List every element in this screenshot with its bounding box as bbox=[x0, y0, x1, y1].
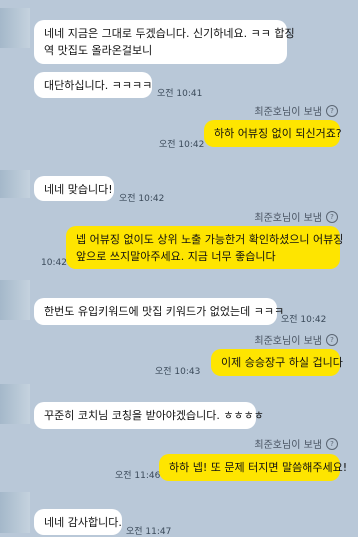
sender-name: 최준호님이 보냄 bbox=[254, 336, 322, 347]
sender-name: 최준호님이 보냄 bbox=[254, 213, 322, 224]
message-time: 오전 11:47 bbox=[126, 527, 172, 537]
chat-window: 네네 지금은 그대로 두겠습니다. 신기하네요. ㅋㅋ 합징 역 맛집도 올라온… bbox=[0, 0, 358, 537]
message-bubble-sent[interactable]: 하하 넵! 또 문제 터지면 말씀해주세요! bbox=[159, 454, 347, 481]
message-text: 이제 승승장구 하실 겁니다 bbox=[221, 356, 343, 369]
help-icon[interactable]: ? bbox=[326, 437, 338, 450]
message-time: 10:42 bbox=[41, 258, 67, 268]
avatar bbox=[0, 492, 30, 533]
sender-name: 최준호님이 보냄 bbox=[254, 440, 322, 451]
message-time: 오전 10:41 bbox=[157, 89, 203, 99]
message-text: 한번도 유입키워드에 맛집 키워드가 없었는데 ㅋㅋㅋ bbox=[44, 305, 285, 318]
message-text: 네네 감사합니다. bbox=[44, 516, 122, 529]
message-text: 네네 지금은 그대로 두겠습니다. 신기하네요. ㅋㅋ 합징 bbox=[44, 27, 295, 40]
sender-badge: 최준호님이 보냄 ? bbox=[254, 332, 338, 347]
message-bubble-received[interactable]: 한번도 유입키워드에 맛집 키워드가 없었는데 ㅋㅋㅋ bbox=[34, 298, 284, 325]
message-bubble-received[interactable]: 네네 지금은 그대로 두겠습니다. 신기하네요. ㅋㅋ 합징 역 맛집도 올라온… bbox=[34, 20, 295, 64]
avatar bbox=[0, 170, 30, 198]
message-time: 오전 10:43 bbox=[155, 367, 201, 377]
sender-badge: 최준호님이 보냄 ? bbox=[254, 209, 338, 224]
message-text: 역 맛집도 올라온걸보니 bbox=[44, 44, 153, 57]
message-time: 오전 10:42 bbox=[159, 140, 205, 150]
message-text: 앞으로 쓰지말아주세요. 지금 너무 좋습니다 bbox=[76, 250, 276, 263]
message-bubble-sent[interactable]: 넵 어뷰징 없이도 상위 노출 가능한거 확인하셨으니 어뷰징 앞으로 쓰지말아… bbox=[66, 226, 344, 269]
message-text: 하하 어뷰징 없이 되신거죠? bbox=[214, 127, 342, 140]
message-time: 오전 10:42 bbox=[119, 194, 165, 204]
message-text: 꾸준히 코치님 코칭을 받아야겠습니다. ㅎㅎㅎㅎ bbox=[44, 409, 264, 422]
message-time: 오전 11:46 bbox=[115, 471, 161, 481]
sender-badge: 최준호님이 보냄 ? bbox=[254, 103, 338, 118]
message-bubble-received[interactable]: 네네 감사합니다. bbox=[34, 509, 122, 535]
message-bubble-received[interactable]: 꾸준히 코치님 코칭을 받아야겠습니다. ㅎㅎㅎㅎ bbox=[34, 402, 264, 429]
message-text: 넵 어뷰징 없이도 상위 노출 가능한거 확인하셨으니 어뷰징 bbox=[76, 233, 344, 246]
message-bubble-sent[interactable]: 이제 승승장구 하실 겁니다 bbox=[211, 349, 343, 376]
message-bubble-sent[interactable]: 하하 어뷰징 없이 되신거죠? bbox=[204, 120, 342, 147]
message-text: 네네 맞습니다! bbox=[44, 183, 113, 196]
message-time: 오전 10:42 bbox=[281, 315, 327, 325]
help-icon[interactable]: ? bbox=[326, 210, 338, 223]
avatar bbox=[0, 8, 30, 48]
avatar bbox=[0, 280, 30, 320]
sender-badge: 최준호님이 보냄 ? bbox=[254, 436, 338, 451]
help-icon[interactable]: ? bbox=[326, 104, 338, 117]
message-bubble-received[interactable]: 네네 맞습니다! bbox=[34, 176, 114, 201]
help-icon[interactable]: ? bbox=[326, 333, 338, 346]
message-text: 대단하십니다. ㅋㅋㅋㅋ bbox=[44, 79, 153, 92]
avatar bbox=[0, 384, 30, 424]
message-bubble-received[interactable]: 대단하십니다. ㅋㅋㅋㅋ bbox=[34, 72, 152, 98]
message-text: 하하 넵! 또 문제 터지면 말씀해주세요! bbox=[169, 461, 348, 474]
sender-name: 최준호님이 보냄 bbox=[254, 107, 322, 118]
